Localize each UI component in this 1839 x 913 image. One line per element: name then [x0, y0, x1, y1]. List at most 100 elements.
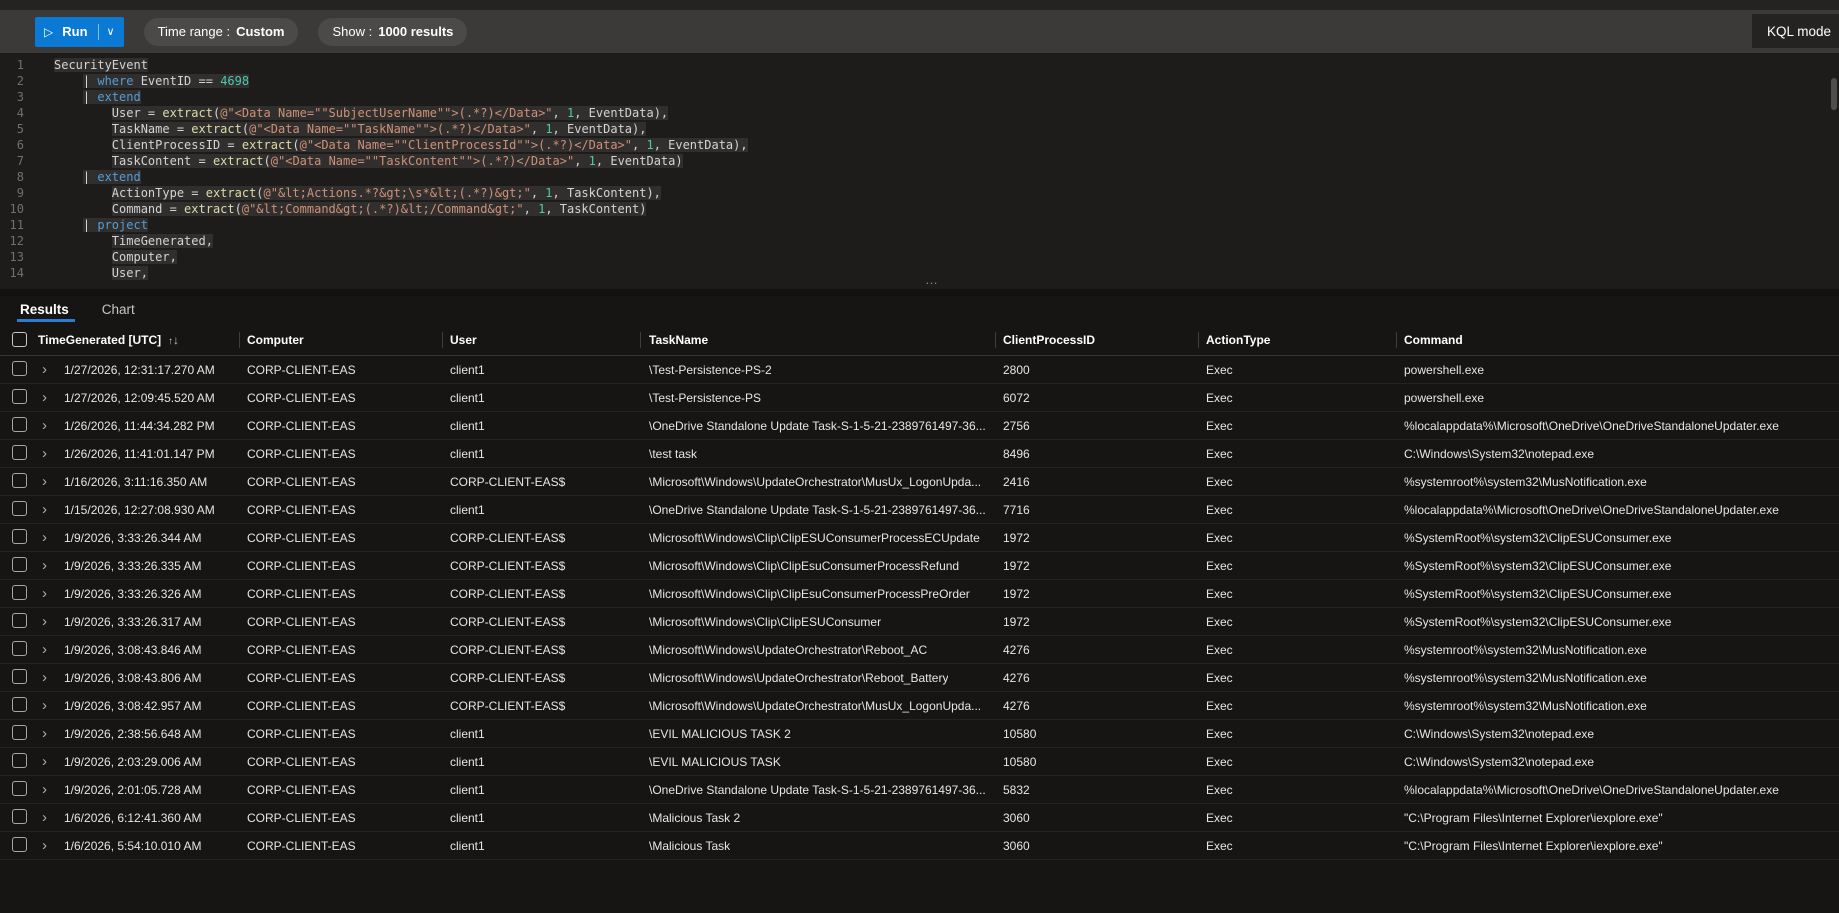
table-row[interactable]: › 1/26/2026, 11:44:34.282 PM CORP-CLIENT…	[0, 412, 1839, 440]
select-all-checkbox[interactable]	[12, 332, 27, 347]
row-expand-chevron-icon[interactable]: ›	[42, 477, 47, 487]
row-checkbox[interactable]	[12, 501, 27, 516]
sort-icons[interactable]: ↑↓	[168, 333, 179, 347]
cell-actiontype: Exec	[1206, 391, 1233, 405]
row-checkbox[interactable]	[12, 361, 27, 376]
cell-computer: CORP-CLIENT-EAS	[247, 475, 356, 489]
row-expand-chevron-icon[interactable]: ›	[42, 841, 47, 851]
row-expand-chevron-icon[interactable]: ›	[42, 561, 47, 571]
row-checkbox[interactable]	[12, 445, 27, 460]
row-checkbox[interactable]	[12, 417, 27, 432]
cell-command: powershell.exe	[1404, 391, 1484, 405]
run-dropdown-chevron-icon[interactable]: ∨	[107, 27, 115, 37]
row-expand-chevron-icon[interactable]: ›	[42, 729, 47, 739]
table-row[interactable]: › 1/6/2026, 6:12:41.360 AM CORP-CLIENT-E…	[0, 804, 1839, 832]
row-expand-chevron-icon[interactable]: ›	[42, 813, 47, 823]
cell-actiontype: Exec	[1206, 559, 1233, 573]
row-expand-chevron-icon[interactable]: ›	[42, 617, 47, 627]
kql-mode-toggle[interactable]: KQL mode	[1752, 14, 1839, 48]
cell-taskname: \EVIL MALICIOUS TASK	[649, 755, 781, 769]
cell-timegenerated: 1/27/2026, 12:31:17.270 AM	[64, 363, 215, 377]
run-split-divider	[98, 24, 99, 40]
row-checkbox[interactable]	[12, 389, 27, 404]
code-line: 1SecurityEvent	[0, 57, 1839, 73]
cell-taskname: \OneDrive Standalone Update Task-S-1-5-2…	[649, 419, 986, 433]
row-expand-chevron-icon[interactable]: ›	[42, 533, 47, 543]
row-checkbox[interactable]	[12, 697, 27, 712]
cell-clientprocessid: 1972	[1003, 587, 1030, 601]
row-expand-chevron-icon[interactable]: ›	[42, 421, 47, 431]
row-checkbox[interactable]	[12, 557, 27, 572]
table-row[interactable]: › 1/9/2026, 2:03:29.006 AM CORP-CLIENT-E…	[0, 748, 1839, 776]
table-row[interactable]: › 1/9/2026, 3:08:43.806 AM CORP-CLIENT-E…	[0, 664, 1839, 692]
editor-scrollbar-thumb[interactable]	[1831, 78, 1837, 110]
row-checkbox[interactable]	[12, 641, 27, 656]
tab-results[interactable]: Results	[20, 302, 69, 317]
row-checkbox[interactable]	[12, 473, 27, 488]
kql-query-editor[interactable]: 1SecurityEvent2 | where EventID == 46983…	[0, 53, 1839, 293]
row-expand-chevron-icon[interactable]: ›	[42, 365, 47, 375]
table-row[interactable]: › 1/9/2026, 2:01:05.728 AM CORP-CLIENT-E…	[0, 776, 1839, 804]
run-button-label: Run	[62, 24, 87, 39]
table-row[interactable]: › 1/9/2026, 3:08:42.957 AM CORP-CLIENT-E…	[0, 692, 1839, 720]
run-button[interactable]: ▷ Run ∨	[35, 17, 124, 47]
row-checkbox[interactable]	[12, 809, 27, 824]
row-checkbox[interactable]	[12, 585, 27, 600]
line-number: 1	[0, 57, 40, 73]
row-checkbox[interactable]	[12, 613, 27, 628]
row-expand-chevron-icon[interactable]: ›	[42, 645, 47, 655]
column-header-actiontype[interactable]: ActionType	[1206, 333, 1270, 347]
cell-taskname: \Test-Persistence-PS	[649, 391, 761, 405]
table-row[interactable]: › 1/27/2026, 12:09:45.520 AM CORP-CLIENT…	[0, 384, 1839, 412]
row-checkbox[interactable]	[12, 725, 27, 740]
pane-splitter[interactable]	[0, 289, 1839, 296]
tab-chart[interactable]: Chart	[102, 302, 135, 317]
row-expand-chevron-icon[interactable]: ›	[42, 393, 47, 403]
row-checkbox[interactable]	[12, 837, 27, 852]
cell-command: "C:\Program Files\Internet Explorer\iexp…	[1404, 811, 1663, 825]
column-header-timegenerated[interactable]: TimeGenerated [UTC]	[38, 333, 161, 347]
row-expand-chevron-icon[interactable]: ›	[42, 449, 47, 459]
table-row[interactable]: › 1/9/2026, 3:33:26.326 AM CORP-CLIENT-E…	[0, 580, 1839, 608]
cell-timegenerated: 1/9/2026, 3:33:26.344 AM	[64, 531, 201, 545]
column-header-taskname[interactable]: TaskName	[649, 333, 708, 347]
table-row[interactable]: › 1/26/2026, 11:41:01.147 PM CORP-CLIENT…	[0, 440, 1839, 468]
table-row[interactable]: › 1/9/2026, 3:33:26.317 AM CORP-CLIENT-E…	[0, 608, 1839, 636]
table-row[interactable]: › 1/16/2026, 3:11:16.350 AM CORP-CLIENT-…	[0, 468, 1839, 496]
cell-command: "C:\Program Files\Internet Explorer\iexp…	[1404, 839, 1663, 853]
table-row[interactable]: › 1/9/2026, 3:08:43.846 AM CORP-CLIENT-E…	[0, 636, 1839, 664]
row-checkbox[interactable]	[12, 781, 27, 796]
cell-actiontype: Exec	[1206, 475, 1233, 489]
cell-command: %systemroot%\system32\MusNotification.ex…	[1404, 699, 1647, 713]
cell-timegenerated: 1/9/2026, 3:08:43.806 AM	[64, 671, 201, 685]
cell-clientprocessid: 7716	[1003, 503, 1030, 517]
table-row[interactable]: › 1/9/2026, 3:33:26.335 AM CORP-CLIENT-E…	[0, 552, 1839, 580]
row-expand-chevron-icon[interactable]: ›	[42, 589, 47, 599]
table-row[interactable]: › 1/6/2026, 5:54:10.010 AM CORP-CLIENT-E…	[0, 832, 1839, 860]
table-row[interactable]: › 1/9/2026, 2:38:56.648 AM CORP-CLIENT-E…	[0, 720, 1839, 748]
column-header-user[interactable]: User	[450, 333, 477, 347]
cell-actiontype: Exec	[1206, 839, 1233, 853]
table-row[interactable]: › 1/27/2026, 12:31:17.270 AM CORP-CLIENT…	[0, 356, 1839, 384]
show-results-value: 1000 results	[378, 24, 453, 39]
code-line: 13 Computer,	[0, 249, 1839, 265]
cell-clientprocessid: 5832	[1003, 783, 1030, 797]
column-header-computer[interactable]: Computer	[247, 333, 304, 347]
cell-computer: CORP-CLIENT-EAS	[247, 839, 356, 853]
pane-resize-ellipsis-icon[interactable]: …	[925, 272, 940, 287]
row-expand-chevron-icon[interactable]: ›	[42, 757, 47, 767]
row-expand-chevron-icon[interactable]: ›	[42, 785, 47, 795]
row-checkbox[interactable]	[12, 669, 27, 684]
code-line: 9 ActionType = extract(@"&lt;Actions.*?&…	[0, 185, 1839, 201]
row-checkbox[interactable]	[12, 753, 27, 768]
column-header-clientprocessid[interactable]: ClientProcessID	[1003, 333, 1095, 347]
show-results-picker[interactable]: Show : 1000 results	[318, 18, 467, 46]
column-header-command[interactable]: Command	[1404, 333, 1463, 347]
row-expand-chevron-icon[interactable]: ›	[42, 701, 47, 711]
row-checkbox[interactable]	[12, 529, 27, 544]
row-expand-chevron-icon[interactable]: ›	[42, 673, 47, 683]
time-range-picker[interactable]: Time range : Custom	[144, 18, 299, 46]
table-row[interactable]: › 1/15/2026, 12:27:08.930 AM CORP-CLIENT…	[0, 496, 1839, 524]
row-expand-chevron-icon[interactable]: ›	[42, 505, 47, 515]
table-row[interactable]: › 1/9/2026, 3:33:26.344 AM CORP-CLIENT-E…	[0, 524, 1839, 552]
